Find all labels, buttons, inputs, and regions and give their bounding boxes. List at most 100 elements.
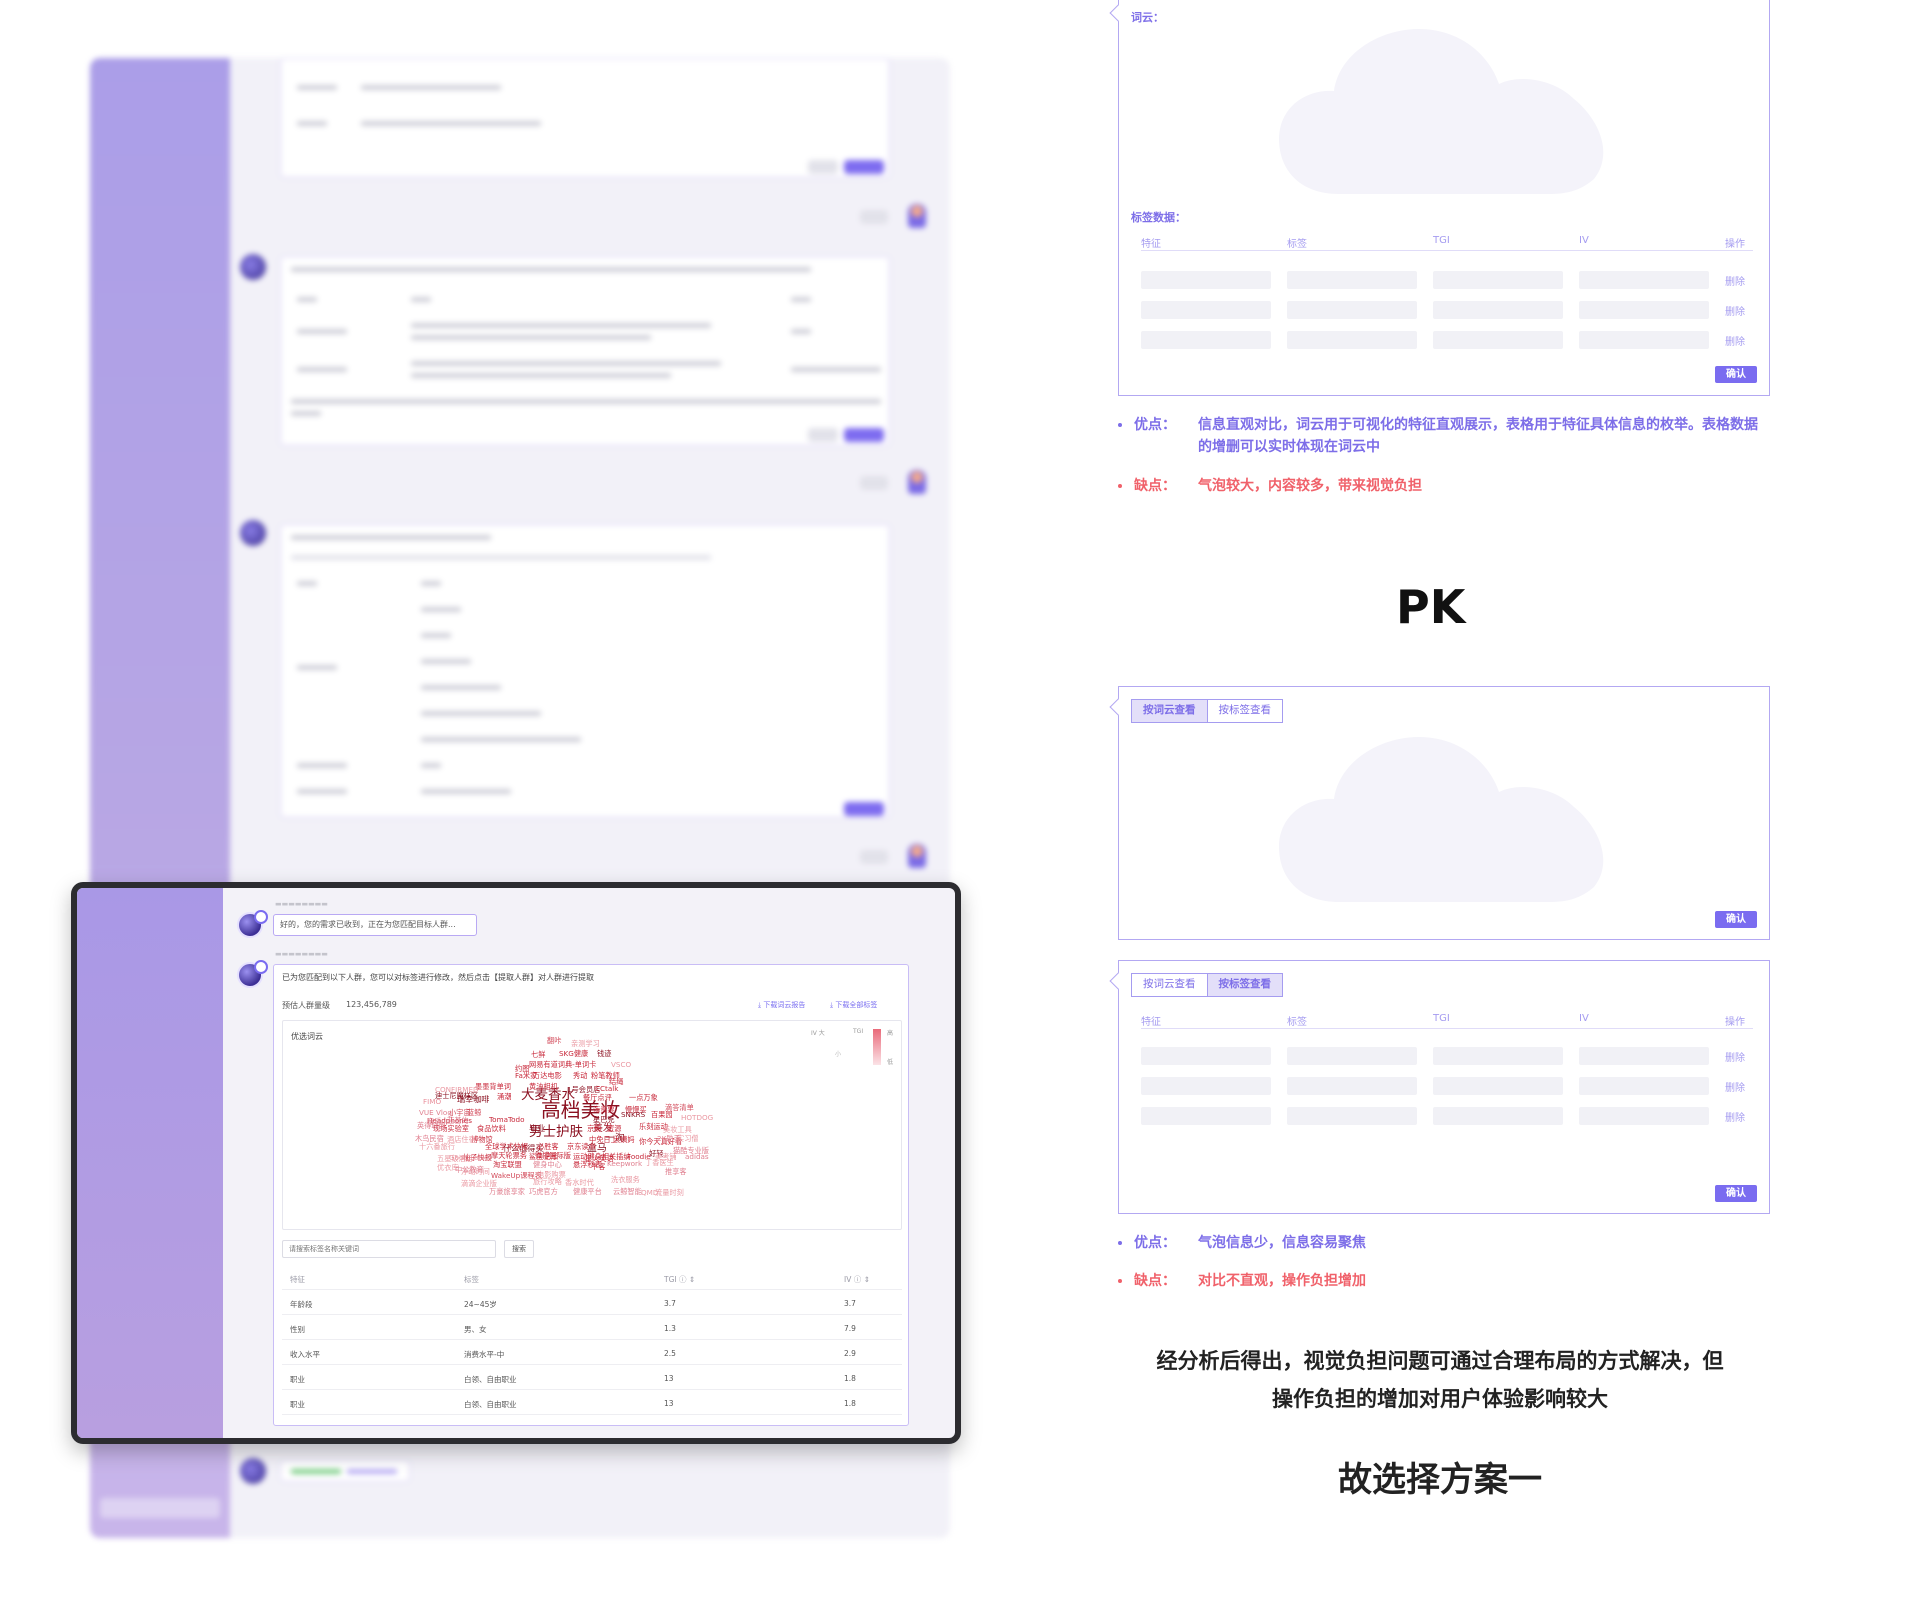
scheme2-cloud-panel: 按词云查看 按标签查看 确认 (1109, 686, 1770, 940)
wordcloud-word: 必胜客 (537, 1142, 559, 1151)
wordcloud-word: 美妆工具 (663, 1125, 692, 1134)
wordcloud-word: Keepwork (607, 1159, 643, 1168)
wordcloud-word: CONFIRMED (435, 1085, 479, 1094)
background-card-1 (280, 58, 890, 178)
delete-link[interactable]: 删除 (1725, 333, 1745, 348)
wordcloud-word: 淘宝联盟 (493, 1160, 522, 1169)
cell-tgi: 1.3 (664, 1324, 676, 1333)
wordcloud-word: 健康平台 (573, 1187, 602, 1196)
focused-chat-window: ▬▬▬▬▬▬▬▬ 好的，您的需求已收到，正在为您匹配目标人群... ▬▬▬▬▬▬… (71, 882, 961, 1444)
tab-wordcloud[interactable]: 按词云查看 (1132, 974, 1207, 996)
wordcloud-word: TomaTodo (488, 1115, 525, 1124)
wordcloud-word: 健身中心 (533, 1160, 562, 1169)
header-tgi: TGI (1433, 1013, 1450, 1024)
header-tag: 标签 (464, 1275, 479, 1284)
background-card-2 (280, 256, 890, 446)
view-tabs: 按词云查看 按标签查看 (1131, 699, 1283, 723)
bullet-dot (1118, 1279, 1122, 1283)
table-row: 职业 白领、自由职业 13 1.8 (282, 1365, 902, 1390)
conclusion-text: 经分析后得出，视觉负担问题可通过合理布局的方式解决，但 操作负担的增加对用户体验… (1100, 1342, 1780, 1418)
cell-tgi: 3.7 (664, 1299, 676, 1308)
cons-label: 缺点： (1134, 1273, 1176, 1289)
cell-iv: 7.9 (844, 1324, 856, 1333)
wordcloud-word: 音乐 (427, 1117, 441, 1126)
cell-tag: 24~45岁 (464, 1300, 497, 1309)
header-tgi[interactable]: TGI ⓘ ⇕ (664, 1274, 695, 1285)
wordcloud-word: 大姨妈 (613, 1135, 635, 1144)
header-iv[interactable]: IV ⓘ ⇕ (844, 1274, 870, 1285)
header-action: 操作 (1725, 239, 1745, 250)
wordcloud-word: 牛客 (591, 1162, 605, 1171)
delete-link[interactable]: 删除 (1725, 1049, 1745, 1064)
wordcloud-label: 词云： (1131, 11, 1164, 24)
cell-feature: 年龄段 (290, 1300, 313, 1309)
bot-message-received: 好的，您的需求已收到，正在为您匹配目标人群... (273, 914, 477, 936)
table-header: 特征 标签 TGI ⓘ ⇕ IV ⓘ ⇕ (282, 1265, 902, 1290)
pros-text: 气泡信息少，信息容易聚焦 (1198, 1235, 1366, 1251)
wordcloud-word: 滴滴企业版 (461, 1179, 497, 1188)
tab-wordcloud[interactable]: 按词云查看 (1132, 700, 1207, 722)
chat-area: ▬▬▬▬▬▬▬▬ 好的，您的需求已收到，正在为您匹配目标人群... ▬▬▬▬▬▬… (223, 888, 955, 1438)
wordcloud-word: 木鸟民宿 (415, 1134, 444, 1143)
delete-link[interactable]: 删除 (1725, 1109, 1745, 1124)
confirm-button[interactable]: 确认 (1715, 1185, 1757, 1202)
wordcloud-word: 亲测学习 (571, 1039, 600, 1048)
legend-small-label: 小 (835, 1051, 842, 1058)
wordcloud-word: 云鲸智能 (613, 1187, 642, 1196)
pros-label: 优点： (1134, 1235, 1176, 1251)
wordcloud-word: 实习僧 (677, 1134, 699, 1143)
panel-pointer (1109, 698, 1127, 716)
timestamp-blur: ▬▬▬▬▬▬▬▬ (275, 950, 328, 958)
cell-tgi: 2.5 (664, 1349, 676, 1358)
header-iv: IV (1579, 235, 1589, 246)
wordcloud-word: 一点万象 (629, 1093, 658, 1102)
cell-feature: 职业 (290, 1400, 305, 1409)
pros-label: 优点： (1134, 417, 1176, 433)
wordcloud-word: 十六番旅行 (419, 1142, 455, 1151)
table-row: 年龄段 24~45岁 3.7 3.7 (282, 1290, 902, 1315)
confirm-button[interactable]: 确认 (1715, 366, 1757, 383)
cons-label: 缺点： (1134, 478, 1176, 494)
wordcloud-word: 万豪旅享家 (489, 1187, 525, 1196)
tab-tags[interactable]: 按标签查看 (1206, 974, 1282, 996)
wordcloud-word: 流量时刻 (655, 1188, 684, 1197)
header-feature: 特征 (1141, 1017, 1161, 1028)
pros-text: 信息直观对比，词云用于可视化的特征直观展示，表格用于特征具体信息的枚举。表格数据… (1198, 417, 1758, 455)
wordcloud-word: 食品饮料 (477, 1124, 506, 1133)
result-intro-text: 已为您匹配到以下人群，您可以对标签进行修改，然后点击【提取人群】对人群进行提取 (282, 973, 594, 982)
wordcloud-word: 香水时代 (565, 1178, 594, 1187)
wordcloud-word: 海贵票 (593, 1105, 615, 1114)
delete-link[interactable]: 删除 (1725, 273, 1745, 288)
delete-link[interactable]: 删除 (1725, 1079, 1745, 1094)
pk-heading: PK (1396, 580, 1466, 634)
cons-text: 对比不直观，操作负担增加 (1198, 1273, 1366, 1289)
header-feature: 特征 (290, 1275, 305, 1284)
tag-search-input[interactable] (282, 1240, 496, 1258)
scheme2-pros: 优点： 气泡信息少，信息容易聚焦 (1118, 1232, 1778, 1254)
bot-avatar (237, 960, 268, 988)
tag-table: 特征 标签 TGI ⓘ ⇕ IV ⓘ ⇕ 年龄段 24~45岁 3.7 3.7 … (282, 1265, 902, 1415)
cell-feature: 性别 (290, 1325, 305, 1334)
wordcloud-word: VSCO (611, 1060, 631, 1069)
conclusion-line-1: 经分析后得出，视觉负担问题可通过合理布局的方式解决，但 (1156, 1349, 1724, 1373)
search-button[interactable]: 搜索 (504, 1240, 534, 1258)
panel-pointer (1109, 4, 1127, 22)
bot-avatar (237, 910, 268, 938)
wordcloud-word: 京粉 (587, 1124, 601, 1133)
cell-iv: 1.8 (844, 1374, 856, 1383)
bot-message-result: 已为您匹配到以下人群，您可以对标签进行修改，然后点击【提取人群】对人群进行提取 … (273, 964, 909, 1426)
legend-tgi-label: TGI (853, 1028, 864, 1035)
delete-link[interactable]: 删除 (1725, 303, 1745, 318)
wordcloud-word: 黄油相机 (529, 1082, 559, 1091)
cell-tag: 白领、自由职业 (464, 1375, 517, 1384)
wordcloud-word: 洗衣服务 (611, 1175, 640, 1184)
download-report-link[interactable]: ⤓ 下载词云报告 (758, 1000, 805, 1010)
wordcloud-word: Good Lock (449, 1153, 487, 1162)
scheme1-cons: 缺点： 气泡较大，内容较多，带来视觉负担 (1118, 475, 1778, 497)
confirm-button[interactable]: 确认 (1715, 911, 1757, 928)
background-card-3 (280, 524, 890, 818)
wordcloud-word: 约图 (515, 1064, 529, 1073)
download-tags-link[interactable]: ⤓ 下载全部标签 (830, 1000, 877, 1010)
tab-tags[interactable]: 按标签查看 (1206, 700, 1283, 722)
wordcloud-word: 秀动 (573, 1071, 587, 1080)
